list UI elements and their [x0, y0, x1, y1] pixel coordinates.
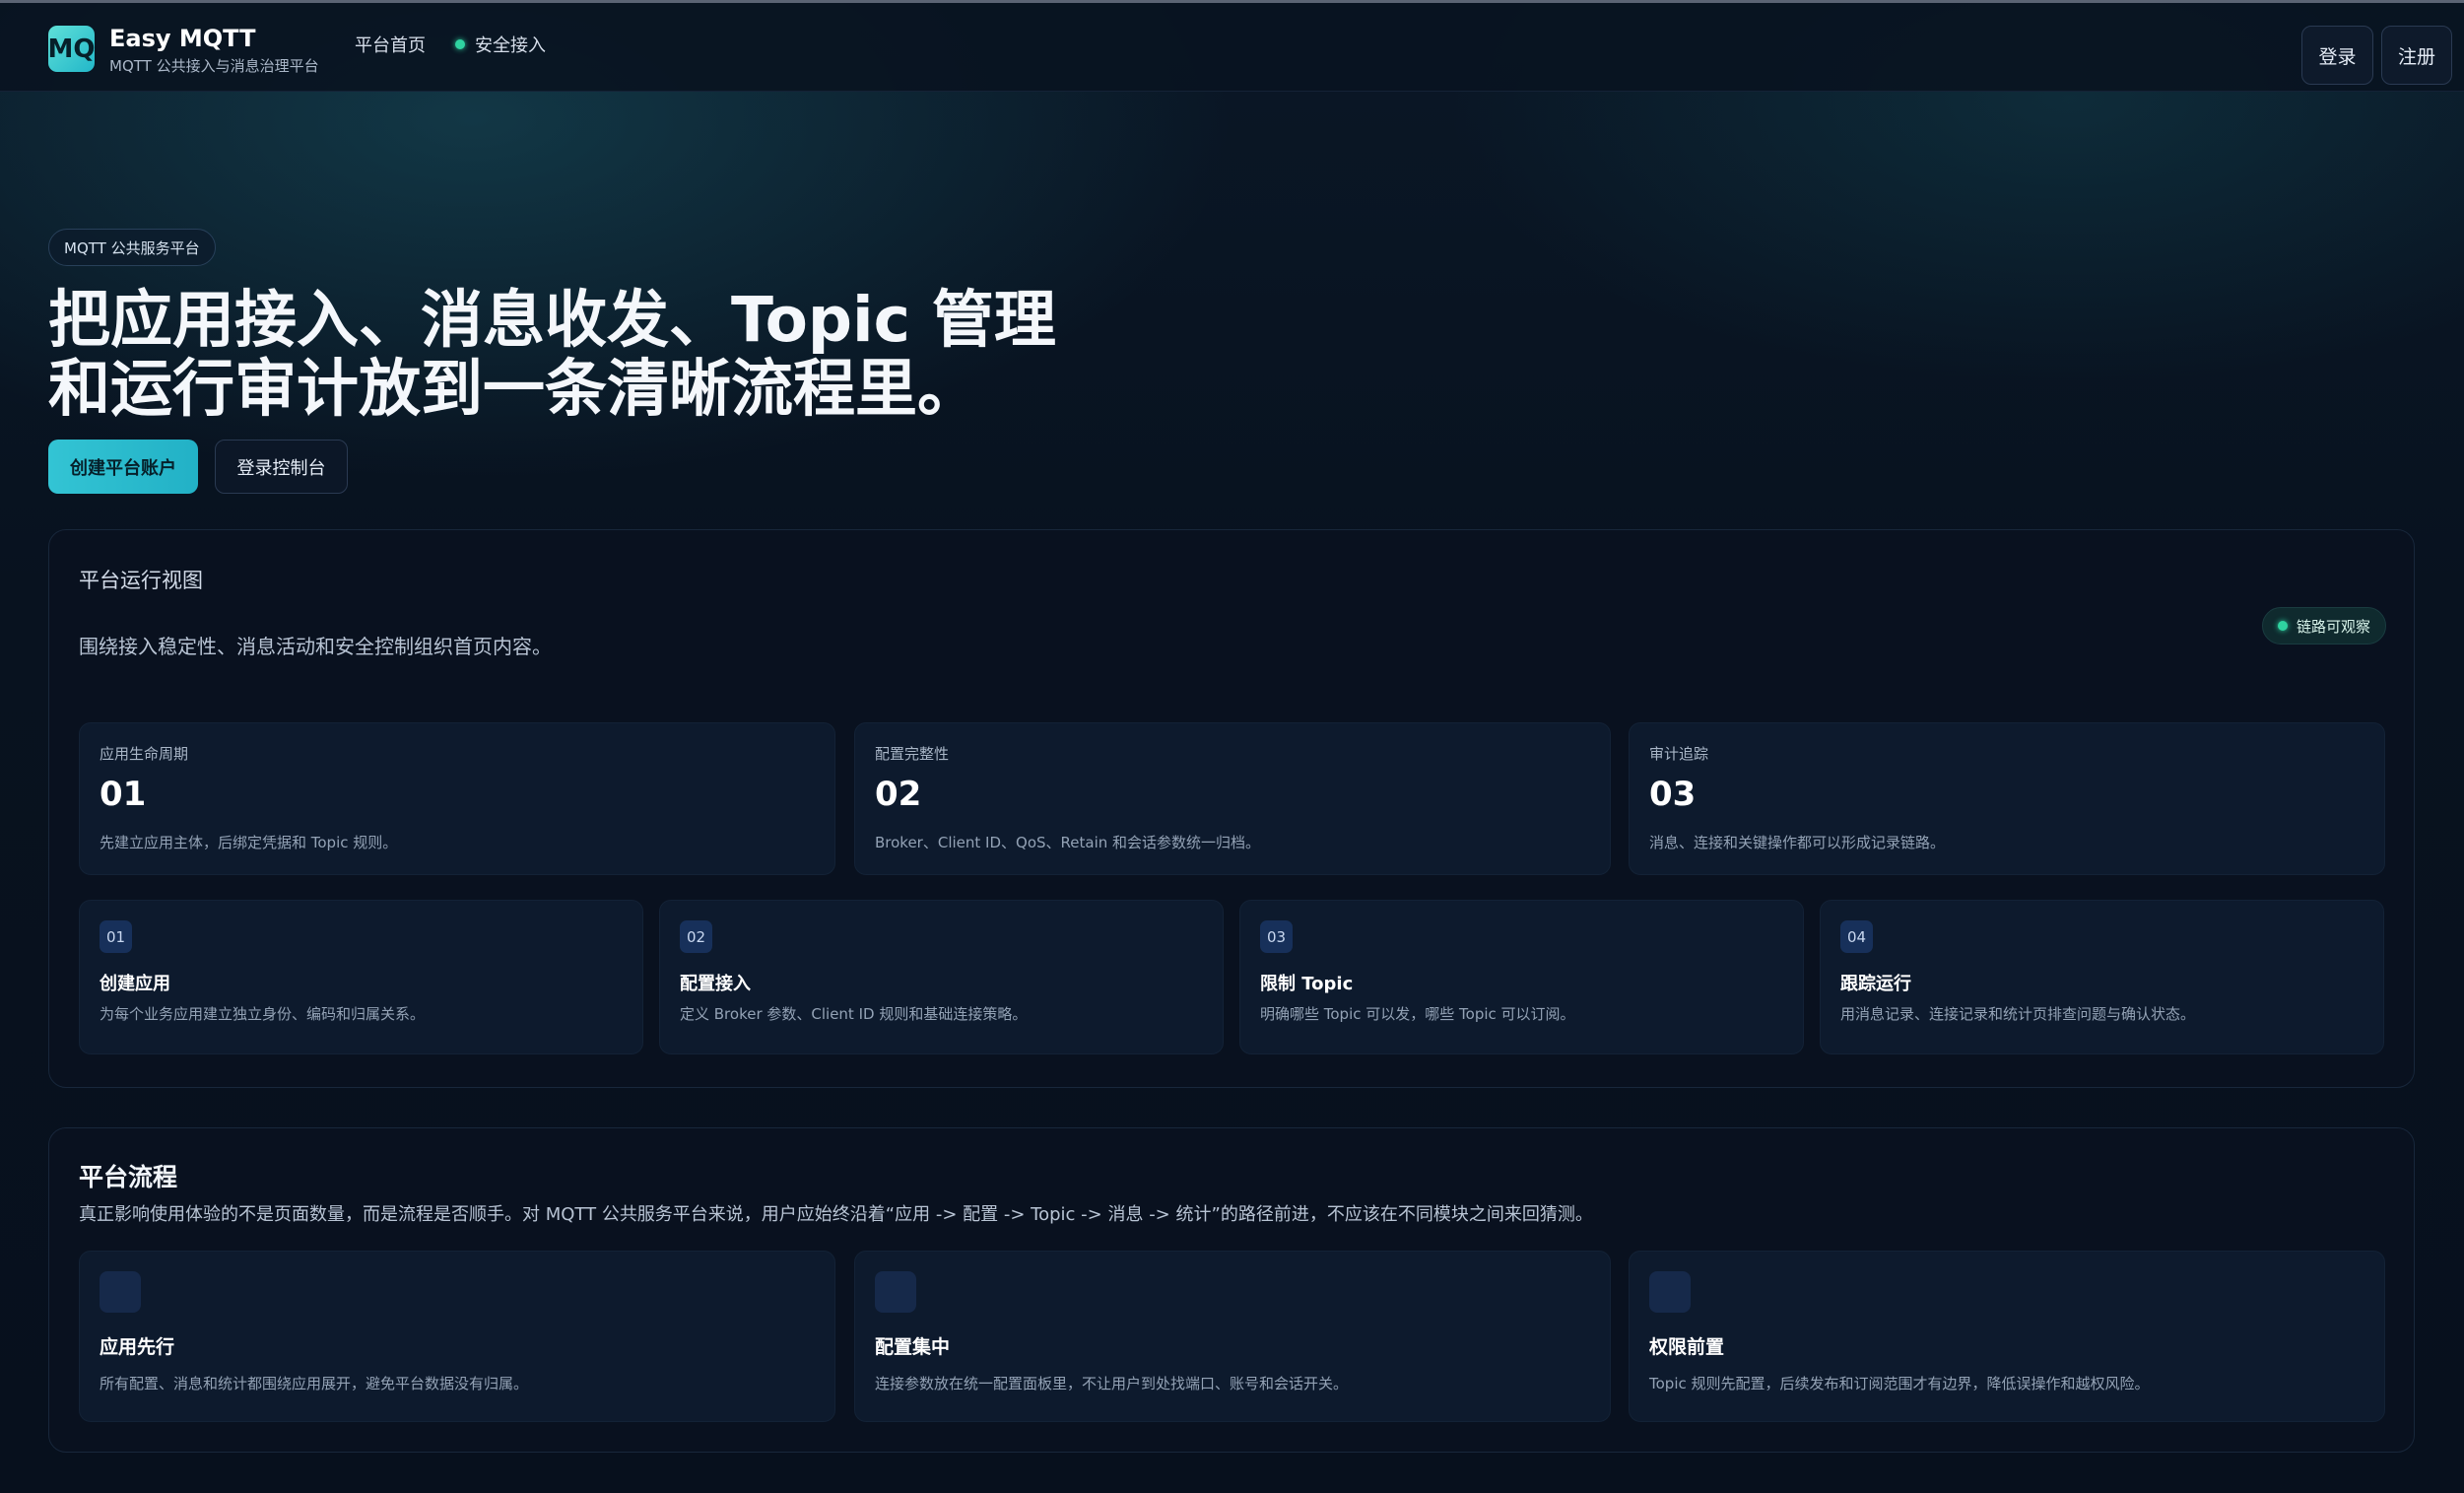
top-navbar: MQ Easy MQTT MQTT 公共接入与消息治理平台 平台首页 安全接入 … — [0, 3, 2464, 92]
step-title: 限制 Topic — [1260, 974, 1354, 994]
register-button[interactable]: 注册 — [2381, 26, 2452, 85]
config-central-icon — [875, 1271, 916, 1313]
stat-number: 01 — [100, 775, 147, 814]
step-description: 明确哪些 Topic 可以发，哪些 Topic 可以订阅。 — [1260, 1005, 1575, 1023]
status-dot-icon — [455, 39, 465, 49]
flow-card-title: 应用先行 — [100, 1336, 175, 1358]
stat-label: 应用生命周期 — [100, 745, 189, 763]
platform-overview-panel: 平台运行视图 围绕接入稳定性、消息活动和安全控制组织首页内容。 链路可观察 应用… — [48, 529, 2415, 1088]
step-card-limit-topic: 03 限制 Topic 明确哪些 Topic 可以发，哪些 Topic 可以订阅… — [1239, 900, 1804, 1054]
brand-subtitle: MQTT 公共接入与消息治理平台 — [109, 57, 319, 75]
flow-card-title: 权限前置 — [1649, 1336, 1725, 1358]
flow-card-permission-first: 权限前置 Topic 规则先配置，后续发布和订阅范围才有边界，降低误操作和越权风… — [1629, 1251, 2385, 1422]
login-console-button[interactable]: 登录控制台 — [215, 440, 348, 494]
flow-card-app-first: 应用先行 所有配置、消息和统计都围绕应用展开，避免平台数据没有归属。 — [79, 1251, 835, 1422]
stat-description: 先建立应用主体，后绑定凭据和 Topic 规则。 — [100, 834, 398, 851]
observable-status-badge: 链路可观察 — [2262, 607, 2386, 645]
step-card-create-app: 01 创建应用 为每个业务应用建立独立身份、编码和归属关系。 — [79, 900, 643, 1054]
step-index-badge: 03 — [1260, 920, 1293, 953]
step-title: 创建应用 — [100, 974, 170, 994]
nav-secure-access-label: 安全接入 — [475, 35, 546, 56]
stat-card-config: 配置完整性 02 Broker、Client ID、QoS、Retain 和会话… — [854, 722, 1611, 875]
stat-number: 03 — [1649, 775, 1697, 814]
hero-badge: MQTT 公共服务平台 — [48, 229, 216, 266]
step-index-badge: 01 — [100, 920, 132, 953]
flow-card-description: 所有配置、消息和统计都围绕应用展开，避免平台数据没有归属。 — [100, 1375, 529, 1392]
step-title: 配置接入 — [680, 974, 751, 994]
step-description: 用消息记录、连接记录和统计页排查问题与确认状态。 — [1840, 1005, 2196, 1023]
stat-number: 02 — [875, 775, 922, 814]
step-index-badge: 02 — [680, 920, 712, 953]
stat-description: 消息、连接和关键操作都可以形成记录链路。 — [1649, 834, 1946, 851]
stat-label: 配置完整性 — [875, 745, 950, 763]
status-dot-icon — [2277, 621, 2288, 631]
flow-description: 真正影响使用体验的不是页面数量，而是流程是否顺手。对 MQTT 公共服务平台来说… — [79, 1204, 1593, 1225]
step-title: 跟踪运行 — [1840, 974, 1911, 994]
step-description: 为每个业务应用建立独立身份、编码和归属关系。 — [100, 1005, 426, 1023]
flow-card-config-central: 配置集中 连接参数放在统一配置面板里，不让用户到处找端口、账号和会话开关。 — [854, 1251, 1611, 1422]
stat-card-audit: 审计追踪 03 消息、连接和关键操作都可以形成记录链路。 — [1629, 722, 2385, 875]
login-button[interactable]: 登录 — [2301, 26, 2373, 85]
app-first-icon — [100, 1271, 141, 1313]
hero-title-line-2: 和运行审计放到一条清晰流程里。 — [48, 353, 979, 425]
stat-description: Broker、Client ID、QoS、Retain 和会话参数统一归档。 — [875, 834, 1261, 851]
observable-status-label: 链路可观察 — [2296, 617, 2370, 636]
overview-description: 围绕接入稳定性、消息活动和安全控制组织首页内容。 — [79, 635, 552, 658]
step-index-badge: 04 — [1840, 920, 1873, 953]
nav-platform-home[interactable]: 平台首页 — [355, 32, 426, 57]
brand-name[interactable]: Easy MQTT — [109, 25, 255, 52]
hero-title-line-1: 把应用接入、消息收发、Topic 管理 — [48, 284, 1056, 356]
create-account-button[interactable]: 创建平台账户 — [48, 440, 198, 494]
permission-first-icon — [1649, 1271, 1691, 1313]
hero-title: 把应用接入、消息收发、Topic 管理 和运行审计放到一条清晰流程里。 — [48, 286, 1132, 424]
stat-card-lifecycle: 应用生命周期 01 先建立应用主体，后绑定凭据和 Topic 规则。 — [79, 722, 835, 875]
flow-title: 平台流程 — [79, 1163, 178, 1191]
step-description: 定义 Broker 参数、Client ID 规则和基础连接策略。 — [680, 1005, 1028, 1023]
app-logo[interactable]: MQ — [48, 26, 96, 72]
flow-card-description: Topic 规则先配置，后续发布和订阅范围才有边界，降低误操作和越权风险。 — [1649, 1375, 2150, 1392]
step-card-track-run: 04 跟踪运行 用消息记录、连接记录和统计页排查问题与确认状态。 — [1820, 900, 2384, 1054]
step-card-config-access: 02 配置接入 定义 Broker 参数、Client ID 规则和基础连接策略… — [659, 900, 1224, 1054]
platform-flow-panel: 平台流程 真正影响使用体验的不是页面数量，而是流程是否顺手。对 MQTT 公共服… — [48, 1127, 2415, 1453]
nav-secure-access[interactable]: 安全接入 — [455, 32, 546, 57]
stat-label: 审计追踪 — [1649, 745, 1709, 763]
flow-card-title: 配置集中 — [875, 1336, 951, 1358]
flow-card-description: 连接参数放在统一配置面板里，不让用户到处找端口、账号和会话开关。 — [875, 1375, 1349, 1392]
overview-title: 平台运行视图 — [79, 569, 203, 592]
